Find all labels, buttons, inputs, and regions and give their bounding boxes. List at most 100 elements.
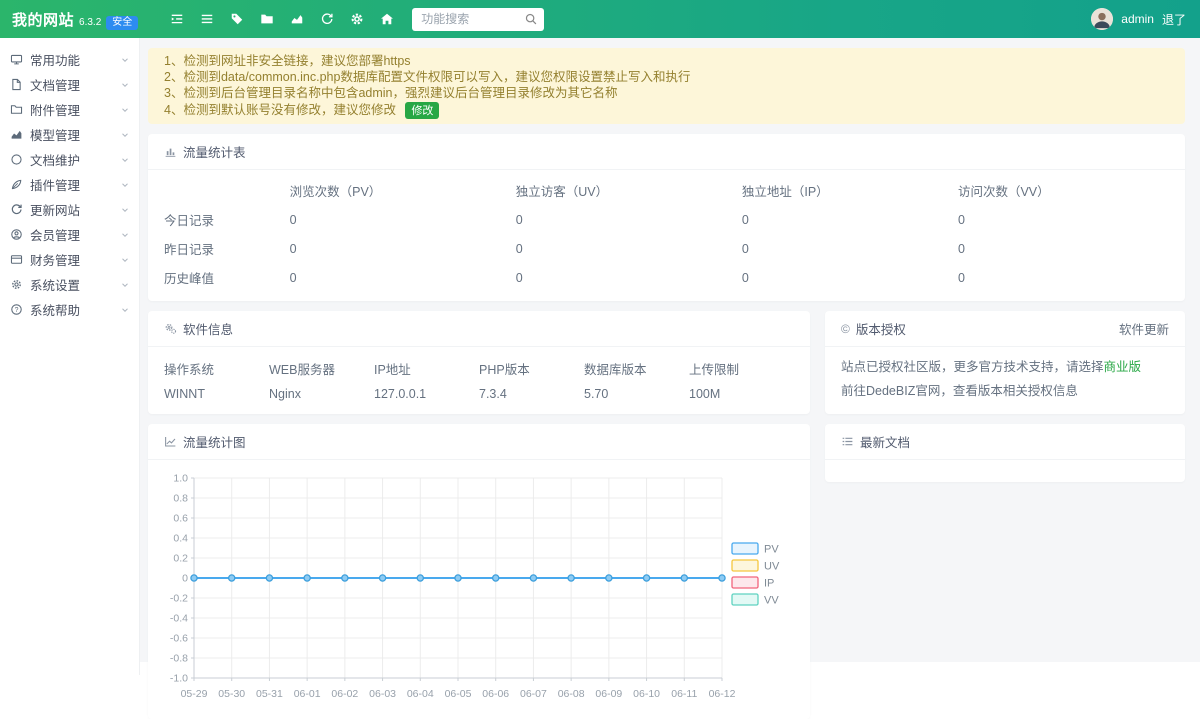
sidebar-item-label: 附件管理: [30, 100, 80, 119]
security-badge[interactable]: 安全: [106, 16, 138, 30]
sidebar-item-attachment-management[interactable]: 附件管理: [0, 97, 139, 122]
alert-line: 3、检测到后台管理目录名称中包含admin，强烈建议后台管理目录修改为其它名称: [164, 85, 1169, 101]
traffic-table-card: 流量统计表 浏览次数（PV） 独立访客（UV） 独立地址（IP） 访问次数（VV…: [148, 134, 1185, 301]
svg-text:06-10: 06-10: [633, 688, 660, 700]
legend-swatch-PV: [732, 543, 758, 554]
sidebar-item-member-management[interactable]: 会员管理: [0, 222, 139, 247]
sidebar-item-label: 文档管理: [30, 75, 80, 94]
help-icon: [10, 303, 23, 316]
field-label: WEB服务器: [269, 359, 374, 378]
col-ip: 独立地址（IP）: [742, 176, 958, 205]
field-value: 100M: [689, 387, 794, 401]
sidebar-item-label: 更新网站: [30, 200, 80, 219]
software-update-link[interactable]: 软件更新: [1119, 319, 1169, 338]
sidebar: 常用功能 文档管理 附件管理 模型管理 文档维护 插件管理 更新网站 会员管理: [0, 38, 140, 675]
document-icon: [10, 78, 23, 91]
svg-text:06-07: 06-07: [520, 688, 547, 700]
avatar[interactable]: [1091, 8, 1113, 30]
license-header: © 版本授权 软件更新: [825, 311, 1185, 347]
sidebar-item-label: 系统帮助: [30, 300, 80, 319]
top-bar: 我的网站 6.3.2 安全 admin 退了: [0, 0, 1200, 38]
sidebar-item-document-maintenance[interactable]: 文档维护: [0, 147, 139, 172]
area-chart-icon[interactable]: [284, 6, 310, 32]
sidebar-item-document-management[interactable]: 文档管理: [0, 72, 139, 97]
tag-icon[interactable]: [224, 6, 250, 32]
outdent-icon[interactable]: [164, 6, 190, 32]
panel-title: 软件信息: [183, 319, 233, 338]
site-title: 我的网站: [12, 9, 74, 30]
alert-line: 2、检测到data/common.inc.php数据库配置文件权限可以写入，建议…: [164, 69, 1169, 85]
commercial-link[interactable]: 商业版: [1104, 360, 1142, 374]
panel-title: 流量统计图: [183, 432, 246, 451]
folder-icon[interactable]: [254, 6, 280, 32]
chevron-down-icon: [120, 105, 130, 115]
software-info-card: 软件信息 操作系统 WEB服务器 IP地址 PHP版本 数据库版本 上传限制 W…: [148, 311, 810, 414]
chevron-down-icon: [120, 130, 130, 140]
menu-icon[interactable]: [194, 6, 220, 32]
latest-docs-card: 最新文档: [825, 424, 1185, 482]
traffic-table-header: 流量统计表: [148, 134, 1185, 170]
field-value: 127.0.0.1: [374, 387, 479, 401]
list-icon: [841, 435, 854, 448]
cell-value: 0: [742, 205, 958, 234]
legend-swatch-VV: [732, 594, 758, 605]
traffic-chart: 1.00.80.60.40.20-0.2-0.4-0.6-0.8-1.005-2…: [164, 468, 794, 709]
plugin-icon: [10, 178, 23, 191]
svg-text:06-03: 06-03: [369, 688, 396, 700]
sidebar-item-finance-management[interactable]: 财务管理: [0, 247, 139, 272]
cell-value: 0: [958, 263, 1169, 292]
chevron-down-icon: [120, 80, 130, 90]
function-search: [412, 8, 544, 31]
sidebar-item-plugin-management[interactable]: 插件管理: [0, 172, 139, 197]
table-row: 昨日记录 0 0 0 0: [164, 234, 1169, 263]
line-chart-icon: [164, 435, 177, 448]
legend-swatch-IP: [732, 577, 758, 588]
logout-link[interactable]: 退了: [1162, 11, 1186, 28]
row-label: 昨日记录: [164, 234, 290, 263]
svg-text:06-04: 06-04: [407, 688, 434, 700]
panel-title: 流量统计表: [183, 142, 246, 161]
field-value: Nginx: [269, 387, 374, 401]
sidebar-item-common-functions[interactable]: 常用功能: [0, 47, 139, 72]
license-text: 站点已授权社区版，更多官方技术支持，请选择: [841, 360, 1104, 374]
site-brand[interactable]: 我的网站 6.3.2 安全: [0, 9, 148, 30]
modify-button[interactable]: 修改: [405, 102, 439, 119]
sidebar-item-update-site[interactable]: 更新网站: [0, 197, 139, 222]
traffic-chart-body: 1.00.80.60.40.20-0.2-0.4-0.6-0.8-1.005-2…: [148, 460, 810, 719]
license-line: 前往DedeBIZ官网，查看版本相关授权信息: [841, 383, 1169, 399]
sidebar-item-system-help[interactable]: 系统帮助: [0, 297, 139, 322]
sidebar-item-model-management[interactable]: 模型管理: [0, 122, 139, 147]
legend-swatch-UV: [732, 560, 758, 571]
sidebar-item-label: 模型管理: [30, 125, 80, 144]
col-vv: 访问次数（VV）: [958, 176, 1169, 205]
cell-value: 0: [958, 205, 1169, 234]
svg-text:0: 0: [182, 573, 188, 585]
col-spacer: [164, 176, 290, 205]
sidebar-item-system-settings[interactable]: 系统设置: [0, 272, 139, 297]
legend-label-IP: IP: [764, 578, 774, 590]
home-icon[interactable]: [374, 6, 400, 32]
svg-text:0.6: 0.6: [173, 513, 188, 525]
chevron-down-icon: [120, 155, 130, 165]
software-info-header: 软件信息: [148, 311, 810, 347]
svg-text:06-06: 06-06: [482, 688, 509, 700]
license-line: 站点已授权社区版，更多官方技术支持，请选择商业版: [841, 359, 1169, 375]
svg-text:05-31: 05-31: [256, 688, 283, 700]
monitor-icon: [10, 53, 23, 66]
username[interactable]: admin: [1121, 12, 1154, 26]
table-row: 今日记录 0 0 0 0: [164, 205, 1169, 234]
svg-text:-0.6: -0.6: [170, 633, 188, 645]
field-label: IP地址: [374, 359, 479, 378]
chevron-down-icon: [120, 55, 130, 65]
legend-label-PV: PV: [764, 544, 779, 556]
sidebar-item-label: 会员管理: [30, 225, 80, 244]
software-info-body: 操作系统 WEB服务器 IP地址 PHP版本 数据库版本 上传限制 WINNT …: [148, 347, 810, 414]
sidebar-item-label: 常用功能: [30, 50, 80, 69]
header-user-area: admin 退了: [1091, 8, 1200, 30]
cell-value: 0: [742, 263, 958, 292]
gear-icon[interactable]: [344, 6, 370, 32]
refresh-icon[interactable]: [314, 6, 340, 32]
field-label: 操作系统: [164, 359, 269, 378]
field-label: PHP版本: [479, 359, 584, 378]
search-icon[interactable]: [524, 12, 538, 26]
